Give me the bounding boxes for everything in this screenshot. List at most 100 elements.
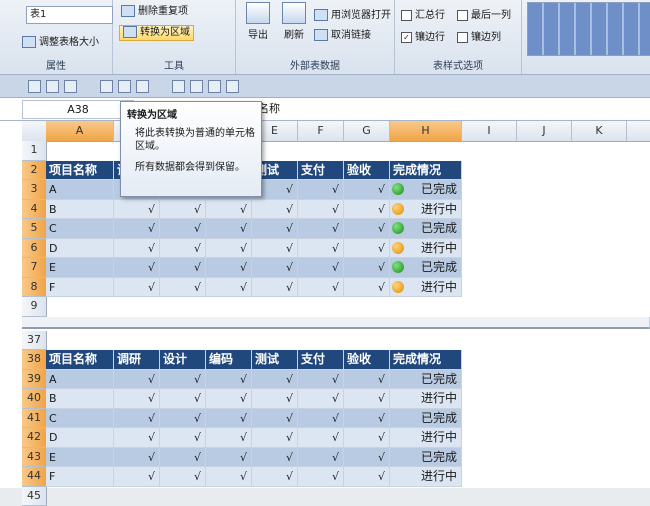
bottom-table-check-cell: √ — [206, 448, 252, 468]
print-icon[interactable] — [100, 80, 113, 93]
row-header-41[interactable]: 41 — [22, 409, 47, 429]
bottom-table-name-cell: F — [46, 467, 114, 487]
column-header-k[interactable]: K — [572, 121, 627, 142]
top-table-check-cell: √ — [298, 239, 344, 259]
bottom-table-check-cell: √ — [252, 467, 298, 487]
tooltip-body-2: 所有数据都会得到保留。 — [127, 161, 255, 174]
save-icon[interactable] — [28, 80, 41, 93]
row-header-7[interactable]: 7 — [22, 258, 47, 278]
refresh-label: 刷新 — [284, 30, 304, 41]
chart-icon[interactable] — [190, 80, 203, 93]
banded-columns-checkbox[interactable]: 镶边列 — [457, 31, 501, 45]
row-header-6[interactable]: 6 — [22, 239, 47, 259]
unlink-button[interactable]: 取消链接 — [314, 29, 371, 43]
top-table-check-cell: √ — [344, 219, 390, 239]
table-styles-gallery[interactable] — [527, 2, 650, 56]
style-options-group: 汇总行 最后一列 ✓镶边行 镶边列 表样式选项 — [395, 0, 522, 74]
sort-icon[interactable] — [172, 80, 185, 93]
convert-to-range-button[interactable]: 转换为区域 — [119, 25, 194, 41]
select-all-corner[interactable] — [22, 121, 47, 142]
hidden-rows-divider — [22, 317, 650, 329]
total-row-label: 汇总行 — [415, 10, 445, 21]
bottom-table-header-3[interactable]: 编码 — [206, 350, 252, 370]
bottom-table-header-1[interactable]: 调研 — [114, 350, 160, 370]
top-table-status-cell: 已完成 — [390, 258, 462, 278]
bottom-table-check-cell: √ — [344, 370, 390, 390]
top-table-check-cell: √ — [160, 239, 206, 259]
bottom-table-header-2[interactable]: 设计 — [160, 350, 206, 370]
row-header-38[interactable]: 38 — [22, 350, 47, 370]
redo-icon[interactable] — [64, 80, 77, 93]
bottom-table-header-7[interactable]: 完成情况 — [390, 350, 462, 370]
top-table-status-cell: 进行中 — [390, 239, 462, 259]
export-button[interactable]: 导出 — [242, 2, 274, 41]
bottom-table-check-cell: √ — [206, 370, 252, 390]
banded-rows-checkbox[interactable]: ✓镶边行 — [401, 31, 445, 45]
refresh-icon — [282, 2, 306, 24]
row-header-37[interactable]: 37 — [22, 331, 47, 351]
last-column-checkbox[interactable]: 最后一列 — [457, 9, 511, 23]
top-table-check-cell: √ — [298, 258, 344, 278]
total-row-checkbox[interactable]: 汇总行 — [401, 9, 445, 23]
bottom-table-header-6[interactable]: 验收 — [344, 350, 390, 370]
column-header-f[interactable]: F — [298, 121, 344, 142]
row-header-4[interactable]: 4 — [22, 200, 47, 220]
row-header-43[interactable]: 43 — [22, 448, 47, 468]
row-header-8[interactable]: 8 — [22, 278, 47, 298]
in-progress-status-icon — [392, 203, 404, 215]
top-table-check-cell: √ — [206, 278, 252, 298]
spellcheck-icon[interactable] — [136, 80, 149, 93]
bottom-table-check-cell: √ — [160, 409, 206, 429]
bottom-table-check-cell: √ — [252, 428, 298, 448]
preview-icon[interactable] — [118, 80, 131, 93]
bottom-table-header-4[interactable]: 测试 — [252, 350, 298, 370]
row-header-40[interactable]: 40 — [22, 389, 47, 409]
top-table-check-cell: √ — [252, 258, 298, 278]
row-header-9[interactable]: 9 — [22, 297, 47, 317]
remove-duplicates-button[interactable]: 删除重复项 — [121, 5, 188, 19]
top-table-check-cell: √ — [206, 200, 252, 220]
bottom-table-header-0[interactable]: 项目名称 — [46, 350, 114, 370]
row-header-44[interactable]: 44 — [22, 467, 47, 487]
bottom-table-status-cell: 进行中 — [390, 467, 462, 487]
refresh-button[interactable]: 刷新 — [278, 2, 310, 41]
bottom-table-check-cell: √ — [114, 370, 160, 390]
bottom-table-name-cell: B — [46, 389, 114, 409]
customize-icon[interactable] — [226, 80, 239, 93]
resize-table-button[interactable]: 调整表格大小 — [22, 36, 99, 50]
row-header-1[interactable]: 1 — [22, 141, 47, 161]
quick-access-toolbar — [0, 75, 650, 98]
table-name-input[interactable]: 表1 — [26, 6, 113, 24]
row-header-39[interactable]: 39 — [22, 370, 47, 390]
top-table-check-cell: √ — [298, 200, 344, 220]
worksheet-grid[interactable]: ABCDEFGHIJKL123456789373839404142434445项… — [0, 121, 650, 488]
export-icon — [246, 2, 270, 24]
undo-icon[interactable] — [46, 80, 59, 93]
top-table-check-cell: √ — [252, 219, 298, 239]
column-header-g[interactable]: G — [344, 121, 390, 142]
row-header-3[interactable]: 3 — [22, 180, 47, 200]
bottom-table-check-cell: √ — [298, 370, 344, 390]
open-in-browser-button[interactable]: 用浏览器打开 — [314, 9, 391, 23]
row-header-5[interactable]: 5 — [22, 219, 47, 239]
bottom-table-header-5[interactable]: 支付 — [298, 350, 344, 370]
last-column-label: 最后一列 — [471, 10, 511, 21]
resize-icon — [22, 36, 36, 48]
top-table-check-cell: √ — [206, 258, 252, 278]
top-table-status-cell: 进行中 — [390, 200, 462, 220]
bottom-table-check-cell: √ — [160, 428, 206, 448]
row-header-2[interactable]: 2 — [22, 161, 47, 181]
table-icon[interactable] — [208, 80, 221, 93]
row-header-42[interactable]: 42 — [22, 428, 47, 448]
column-header-j[interactable]: J — [517, 121, 572, 142]
column-header-a[interactable]: A — [46, 121, 114, 142]
row-header-45[interactable]: 45 — [22, 487, 47, 506]
status-text: 已完成 — [421, 260, 457, 274]
name-box[interactable]: A38 — [22, 100, 134, 119]
top-table-check-cell: √ — [344, 180, 390, 200]
bottom-table-check-cell: √ — [206, 467, 252, 487]
column-header-l[interactable]: L — [627, 121, 650, 142]
column-header-i[interactable]: I — [462, 121, 517, 142]
bottom-table-check-cell: √ — [114, 389, 160, 409]
column-header-h[interactable]: H — [390, 121, 462, 142]
